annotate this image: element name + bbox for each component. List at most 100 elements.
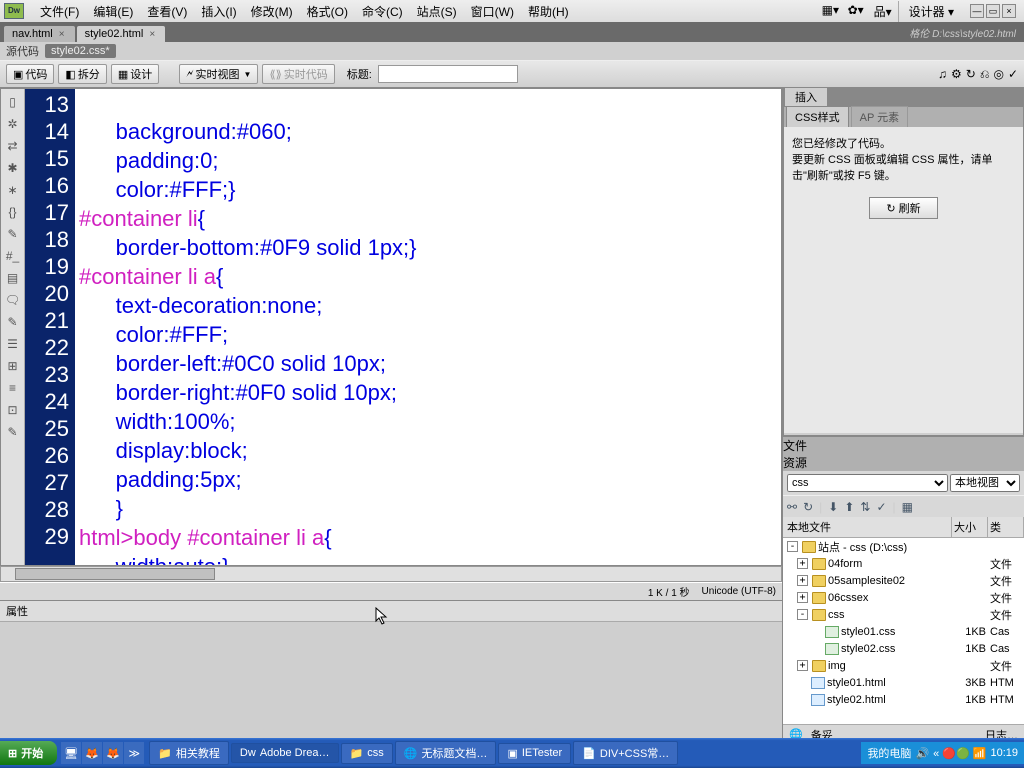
- file-nav-toolbar: ⚯ ↻ | ⬇ ⬆ ⇅ ✓ | ▦: [783, 495, 1024, 517]
- refresh-icon[interactable]: ↻: [966, 67, 976, 81]
- horizontal-scrollbar[interactable]: [0, 566, 782, 582]
- get-icon[interactable]: ⬇: [828, 500, 838, 514]
- code-editor[interactable]: ▯ ✲ ⇄ ✱ ∗ {} ✎ #_ ▤ 🗨 ✎ ☰ ⊞ ≡ ⊡ ✎ 131415…: [0, 88, 782, 566]
- quicklaunch-icon[interactable]: 🦊: [103, 742, 123, 764]
- properties-panel: 属性: [0, 600, 782, 744]
- task-button[interactable]: 🌐 无标题文档…: [395, 741, 497, 765]
- toolbar-icon[interactable]: ◎: [993, 67, 1003, 81]
- tool-icon[interactable]: #_: [1, 245, 24, 267]
- tab-files[interactable]: 文件: [783, 437, 1024, 454]
- file-size: 1 K / 1 秒: [648, 584, 690, 599]
- close-button[interactable]: ×: [1002, 4, 1016, 18]
- tool-icon[interactable]: {}: [1, 201, 24, 223]
- view-select[interactable]: 本地视图: [950, 474, 1020, 492]
- design-view-button[interactable]: ▦ 设计: [111, 64, 159, 84]
- menu-view[interactable]: 查看(V): [141, 1, 193, 22]
- properties-title[interactable]: 属性: [6, 603, 28, 619]
- insert-panel-header[interactable]: 插入: [783, 88, 1024, 106]
- tool-icon[interactable]: ✱: [1, 157, 24, 179]
- tool-icon[interactable]: ⇄: [1, 135, 24, 157]
- col-type[interactable]: 类: [988, 517, 1024, 537]
- close-icon[interactable]: ×: [59, 29, 65, 40]
- menu-edit[interactable]: 编辑(E): [87, 1, 139, 22]
- tool-icon[interactable]: ∗: [1, 179, 24, 201]
- live-view-button[interactable]: 🗲 实时视图▼: [179, 64, 258, 84]
- document-toolbar: ▣ 代码 ◧ 拆分 ▦ 设计 🗲 实时视图▼ ⟪⟫ 实时代码 标题: ♫ ⚙ ↻…: [0, 60, 1024, 88]
- site-icon[interactable]: 品▾: [874, 3, 894, 19]
- connect-icon[interactable]: ⚯: [787, 500, 797, 514]
- right-panel-group: 插入 CSS样式 AP 元素 您已经修改了代码。 要更新 CSS 面板或编辑 C…: [782, 88, 1024, 744]
- code-vertical-toolbar: ▯ ✲ ⇄ ✱ ∗ {} ✎ #_ ▤ 🗨 ✎ ☰ ⊞ ≡ ⊡ ✎: [1, 89, 25, 565]
- menu-modify[interactable]: 修改(M): [245, 1, 299, 22]
- status-bar: 1 K / 1 秒 Unicode (UTF-8): [0, 582, 782, 600]
- css-message: 您已经修改了代码。: [792, 135, 1015, 151]
- code-view-button[interactable]: ▣ 代码: [6, 64, 54, 84]
- task-button[interactable]: 📁 css: [341, 743, 393, 764]
- tool-icon[interactable]: ✎: [1, 311, 24, 333]
- tool-icon[interactable]: ✎: [1, 421, 24, 443]
- split-view-button[interactable]: ◧ 拆分: [58, 64, 106, 84]
- menu-bar: Dw 文件(F) 编辑(E) 查看(V) 插入(I) 修改(M) 格式(O) 命…: [0, 0, 1024, 22]
- tool-icon[interactable]: ⊡: [1, 399, 24, 421]
- code-text[interactable]: background:#060; padding:0; color:#FFF;}…: [75, 89, 781, 565]
- task-button[interactable]: Dw Adobe Drea…: [231, 743, 339, 763]
- task-button[interactable]: 📁 相关教程: [149, 741, 229, 765]
- task-button[interactable]: ▣ IETester: [498, 743, 571, 764]
- css-message: 要更新 CSS 面板或编辑 CSS 属性，请单击"刷新"或按 F5 键。: [792, 151, 1015, 183]
- workspace-switcher[interactable]: 设计器 ▾: [898, 1, 964, 22]
- maximize-button[interactable]: ▭: [986, 4, 1000, 18]
- start-button[interactable]: ⊞ 开始: [0, 741, 57, 765]
- menu-format[interactable]: 格式(O): [301, 1, 354, 22]
- minimize-button[interactable]: —: [970, 4, 984, 18]
- tool-icon[interactable]: ✎: [1, 223, 24, 245]
- tab-ap-elements[interactable]: AP 元素: [851, 106, 909, 127]
- refresh-icon[interactable]: ↻: [803, 500, 813, 514]
- menu-insert[interactable]: 插入(I): [195, 1, 242, 22]
- windows-taskbar: ⊞ 开始 🖥 🦊 🦊 ≫ 📁 相关教程 Dw Adobe Drea… 📁 css…: [0, 738, 1024, 768]
- sync-icon[interactable]: ⇅: [860, 500, 870, 514]
- source-code-link[interactable]: 源代码: [6, 43, 39, 59]
- toolbar-icon[interactable]: ♫: [938, 67, 947, 81]
- checkout-icon[interactable]: ✓: [876, 500, 886, 514]
- menu-command[interactable]: 命令(C): [356, 1, 409, 22]
- toolbar-icon[interactable]: ⚙: [951, 67, 962, 81]
- tool-icon[interactable]: ✲: [1, 113, 24, 135]
- site-select[interactable]: css: [787, 474, 948, 492]
- refresh-button[interactable]: ↻ 刷新: [869, 197, 937, 219]
- tray-text: 我的电脑: [867, 745, 911, 761]
- tool-icon[interactable]: ☰: [1, 333, 24, 355]
- close-icon[interactable]: ×: [149, 29, 155, 40]
- quicklaunch-icon[interactable]: 🖥: [61, 742, 81, 764]
- quicklaunch-icon[interactable]: ≫: [124, 742, 144, 764]
- col-size[interactable]: 大小: [952, 517, 988, 537]
- tool-icon[interactable]: ▯: [1, 91, 24, 113]
- layout-icon[interactable]: ▦▾: [822, 3, 842, 19]
- toolbar-icon[interactable]: ⎌: [980, 67, 990, 82]
- check-icon[interactable]: ✓: [1008, 67, 1018, 81]
- menu-file[interactable]: 文件(F): [34, 1, 85, 22]
- tool-icon[interactable]: ⊞: [1, 355, 24, 377]
- css-file-link[interactable]: style02.css*: [45, 44, 116, 58]
- tab-resources[interactable]: 资源: [783, 454, 1024, 471]
- extend-icon[interactable]: ✿▾: [848, 3, 868, 19]
- tool-icon[interactable]: ▤: [1, 267, 24, 289]
- tool-icon[interactable]: 🗨: [1, 289, 24, 311]
- file-tree[interactable]: 本地文件大小类 -站点 - css (D:\css) +04form文件 +05…: [783, 517, 1024, 724]
- menu-help[interactable]: 帮助(H): [522, 1, 575, 22]
- menu-window[interactable]: 窗口(W): [465, 1, 520, 22]
- quicklaunch-icon[interactable]: 🦊: [82, 742, 102, 764]
- tab-nav-html[interactable]: nav.html×: [4, 26, 75, 42]
- title-input[interactable]: [378, 65, 518, 83]
- expand-icon[interactable]: ▦: [902, 500, 913, 514]
- task-button[interactable]: 📄 DIV+CSS常…: [573, 741, 678, 765]
- tab-style02-html[interactable]: style02.html×: [77, 26, 166, 42]
- tool-icon[interactable]: ≡: [1, 377, 24, 399]
- tray-icon[interactable]: 🔊: [915, 747, 929, 760]
- file-path: 格伦 D:\css\style02.html: [901, 23, 1024, 42]
- menu-site[interactable]: 站点(S): [411, 1, 463, 22]
- live-code-button[interactable]: ⟪⟫ 实时代码: [262, 64, 334, 84]
- col-name[interactable]: 本地文件: [783, 517, 952, 537]
- tab-css-styles[interactable]: CSS样式: [786, 106, 849, 127]
- clock[interactable]: 10:19: [990, 747, 1018, 759]
- put-icon[interactable]: ⬆: [844, 500, 854, 514]
